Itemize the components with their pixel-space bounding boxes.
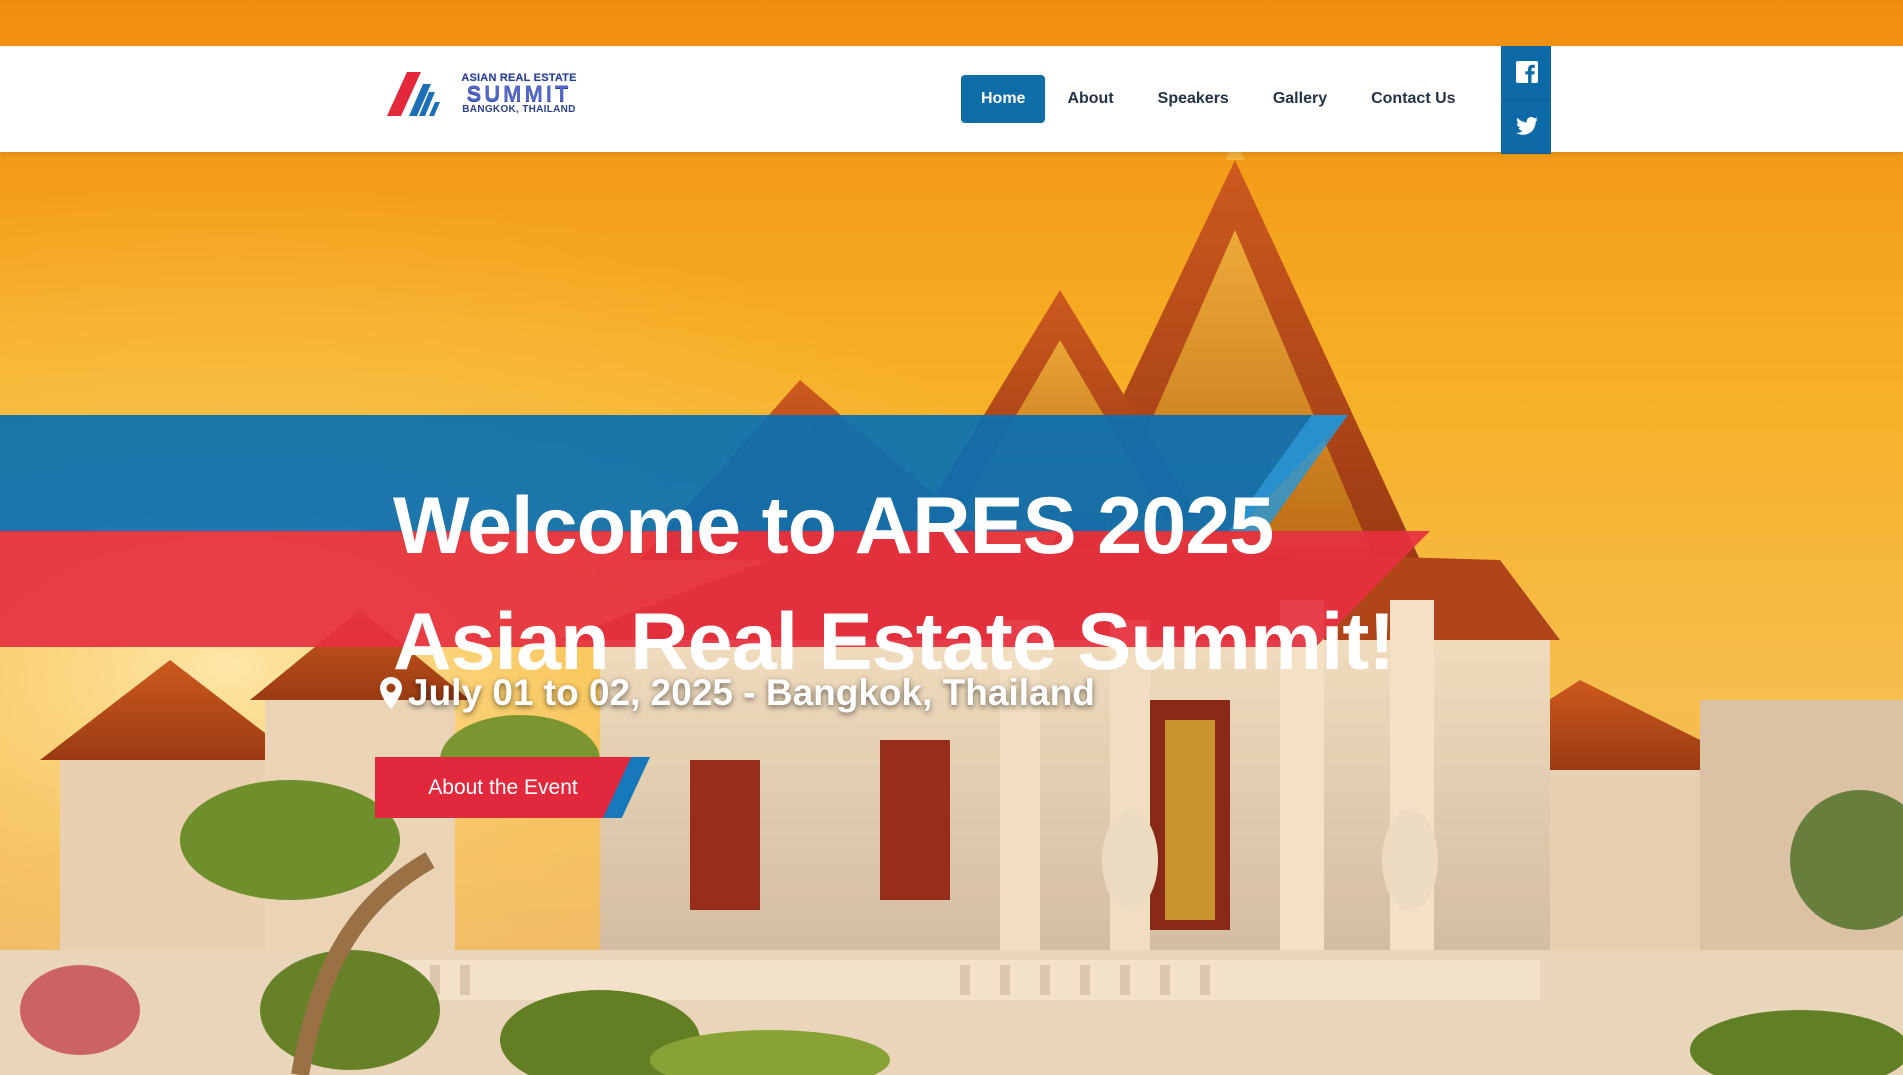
about-event-button-label: About the Event <box>428 776 578 799</box>
event-date-text: July 01 to 02, 2025 - Bangkok, Thailand <box>408 672 1095 713</box>
logo-line-2: SUMMIT <box>466 81 572 106</box>
nav-contact-us[interactable]: Contact Us <box>1349 75 1477 123</box>
logo-line-3: BANGKOK, THAILAND <box>462 104 576 115</box>
social-links <box>1501 46 1551 154</box>
facebook-icon <box>1516 61 1538 83</box>
main-navigation: Home About Speakers Gallery Contact Us <box>961 75 1478 123</box>
nav-about[interactable]: About <box>1045 75 1135 123</box>
twitter-button[interactable] <box>1501 100 1551 154</box>
nav-speakers[interactable]: Speakers <box>1136 75 1251 123</box>
nav-home[interactable]: Home <box>961 75 1046 123</box>
site-logo[interactable]: ASIAN REAL ESTATE SUMMIT BANGKOK, THAILA… <box>387 70 587 122</box>
logo-mark-icon <box>387 72 440 116</box>
logo-wordmark: ASIAN REAL ESTATE SUMMIT BANGKOK, THAILA… <box>449 70 589 115</box>
site-header: ASIAN REAL ESTATE SUMMIT BANGKOK, THAILA… <box>0 46 1903 152</box>
event-date-location: July 01 to 02, 2025 - Bangkok, Thailand <box>380 672 1095 714</box>
map-pin-icon <box>380 677 402 709</box>
about-event-button[interactable]: About the Event <box>375 757 650 818</box>
facebook-button[interactable] <box>1501 46 1551 100</box>
nav-gallery[interactable]: Gallery <box>1251 75 1349 123</box>
hero-title-line-1: Welcome to ARES 2025 <box>393 481 1274 572</box>
twitter-icon <box>1516 116 1538 135</box>
